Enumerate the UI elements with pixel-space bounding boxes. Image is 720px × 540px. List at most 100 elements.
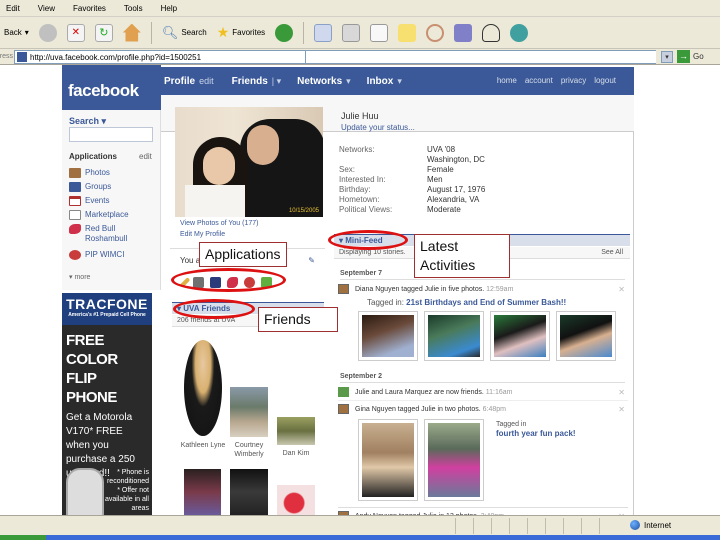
info-value[interactable]: UVA '08 (427, 145, 455, 155)
profile-picture[interactable]: 10/15/2005 (175, 107, 323, 217)
research-icon[interactable] (454, 23, 473, 42)
menu-tools[interactable]: Tools (124, 4, 143, 13)
go-arrow-icon: → (677, 50, 690, 63)
sidebar-item-pip-wimci[interactable]: PIP WIMCI (69, 250, 159, 260)
friend-photo[interactable] (184, 340, 222, 436)
address-input[interactable]: http://uva.facebook.com/profile.php?id=1… (14, 50, 306, 64)
friend-name[interactable]: Dan Kim (273, 449, 319, 458)
friend-name[interactable]: Courtney Wimberly (226, 441, 272, 459)
print-icon[interactable] (342, 23, 361, 42)
menu-view[interactable]: View (38, 4, 55, 13)
menu-help[interactable]: Help (161, 4, 177, 13)
notes-icon[interactable] (398, 23, 417, 42)
nav-friends-dropdown[interactable]: | ▾ (272, 76, 281, 87)
info-value[interactable]: Washington, DC (427, 155, 485, 165)
info-value[interactable]: Men (427, 175, 443, 185)
story-text[interactable]: Diana Nguyen tagged Julie in five photos… (355, 286, 484, 293)
remove-story-icon[interactable]: ✕ (618, 405, 625, 414)
info-key: Sex: (339, 165, 356, 174)
album-link[interactable]: 21st Birthdays and End of Summer Bash!! (406, 298, 566, 307)
events-icon (69, 196, 81, 206)
sidebar-item-photos[interactable]: Photos (69, 168, 159, 178)
sidebar-search-label[interactable]: Search ▾ (69, 116, 106, 127)
tracfone-advertisement[interactable]: TRACFONE America's #1 Prepaid Cell Phone… (62, 293, 152, 515)
edit-icon[interactable] (370, 23, 389, 42)
status-cell (581, 518, 599, 534)
photo-thumbnail[interactable] (358, 419, 418, 501)
info-key: Interested In: (339, 175, 386, 184)
remove-story-icon[interactable]: ✕ (618, 388, 625, 397)
view-photos-link[interactable]: View Photos of You (177) (180, 218, 258, 229)
messenger-aim-icon[interactable] (482, 23, 501, 42)
history-icon[interactable] (275, 23, 294, 42)
status-cell (545, 518, 563, 534)
address-label: Address (0, 53, 13, 60)
address-dropdown-icon[interactable]: ▾ (661, 51, 673, 63)
messenger-icon[interactable] (510, 23, 529, 42)
nav-inbox-dropdown[interactable]: ▾ (397, 76, 402, 87)
photo-thumbnail[interactable] (556, 311, 616, 361)
nav-friends[interactable]: Friends (232, 76, 268, 87)
menu-edit[interactable]: Edit (6, 4, 20, 13)
search-button[interactable]: 🔍︎ Search (162, 25, 207, 41)
favorites-label: Favorites (232, 28, 266, 37)
info-value[interactable]: Female (427, 165, 454, 175)
photo-thumbnail[interactable] (424, 419, 484, 501)
refresh-icon[interactable]: ↻ (94, 23, 113, 42)
nav-networks[interactable]: Networks (297, 76, 342, 87)
sidebar: Search ▾ Applications edit Photos Groups… (62, 110, 161, 290)
nav-edit[interactable]: edit (199, 76, 214, 86)
nav-account[interactable]: account (525, 76, 553, 85)
sidebar-item-events[interactable]: Events (69, 196, 159, 206)
forward-icon[interactable] (38, 23, 57, 42)
feed-story: Gina Nguyen tagged Julie in two photos. … (338, 404, 628, 414)
nav-logout[interactable]: logout (594, 76, 616, 85)
friend-photo[interactable] (230, 387, 268, 437)
back-button[interactable]: Back ▾ (4, 28, 29, 37)
applications-edit-link[interactable]: edit (139, 152, 152, 161)
see-all-link[interactable]: See All (601, 247, 623, 258)
friend-photo[interactable] (277, 485, 315, 515)
story-text[interactable]: Gina Nguyen tagged Julie in two photos. (355, 406, 481, 413)
start-button[interactable] (0, 535, 46, 540)
friend-photo[interactable] (184, 469, 221, 515)
info-value[interactable]: Moderate (427, 205, 461, 215)
photo-thumbnail[interactable] (358, 311, 418, 361)
info-value[interactable]: August 17, 1976 (427, 185, 485, 195)
mail-icon[interactable] (314, 23, 333, 42)
nav-networks-dropdown[interactable]: ▾ (346, 76, 351, 87)
photo-thumbnail[interactable] (490, 311, 550, 361)
friend-photo[interactable] (277, 417, 315, 445)
edit-profile-link[interactable]: Edit My Profile (180, 229, 258, 240)
red-bull-icon (69, 224, 81, 234)
photo-thumbnail[interactable] (424, 311, 484, 361)
sidebar-item-red-bull-roshambull[interactable]: Red Bull Roshambull (69, 224, 159, 244)
photo-face (247, 125, 279, 165)
edit-icon[interactable]: ✎ (308, 256, 315, 265)
ad-headline: FREE COLOR FLIP PHONE (66, 332, 118, 406)
friend-photo[interactable] (230, 469, 268, 515)
sidebar-search-input[interactable] (69, 127, 153, 142)
sidebar-item-groups[interactable]: Groups (69, 182, 159, 192)
album-link[interactable]: fourth year fun pack! (496, 429, 576, 438)
stop-icon[interactable]: ✕ (66, 23, 85, 42)
info-value[interactable]: Alexandria, VA (427, 195, 479, 205)
sidebar-more-link[interactable]: ▾ more (69, 273, 90, 281)
links-icon[interactable] (426, 23, 445, 42)
sidebar-item-marketplace[interactable]: Marketplace (69, 210, 159, 220)
address-input-fill[interactable] (306, 50, 656, 64)
home-icon[interactable] (122, 23, 141, 42)
favorites-button[interactable]: ★ Favorites (217, 24, 265, 41)
story-text[interactable]: Julie and Laura Marquez are now friends. (355, 389, 484, 396)
remove-story-icon[interactable]: ✕ (618, 285, 625, 294)
nav-inbox[interactable]: Inbox (367, 76, 394, 87)
photo-date-stamp: 10/15/2005 (288, 208, 319, 214)
friend-name[interactable]: Kathleen Lyne (180, 441, 226, 450)
nav-profile[interactable]: Profile (164, 76, 195, 87)
nav-privacy[interactable]: privacy (561, 76, 586, 85)
update-status-link[interactable]: Update your status... (341, 123, 415, 132)
facebook-logo[interactable]: facebook (68, 81, 139, 101)
go-button[interactable]: → Go (677, 50, 704, 63)
menu-favorites[interactable]: Favorites (73, 4, 106, 13)
nav-home[interactable]: home (497, 76, 517, 85)
